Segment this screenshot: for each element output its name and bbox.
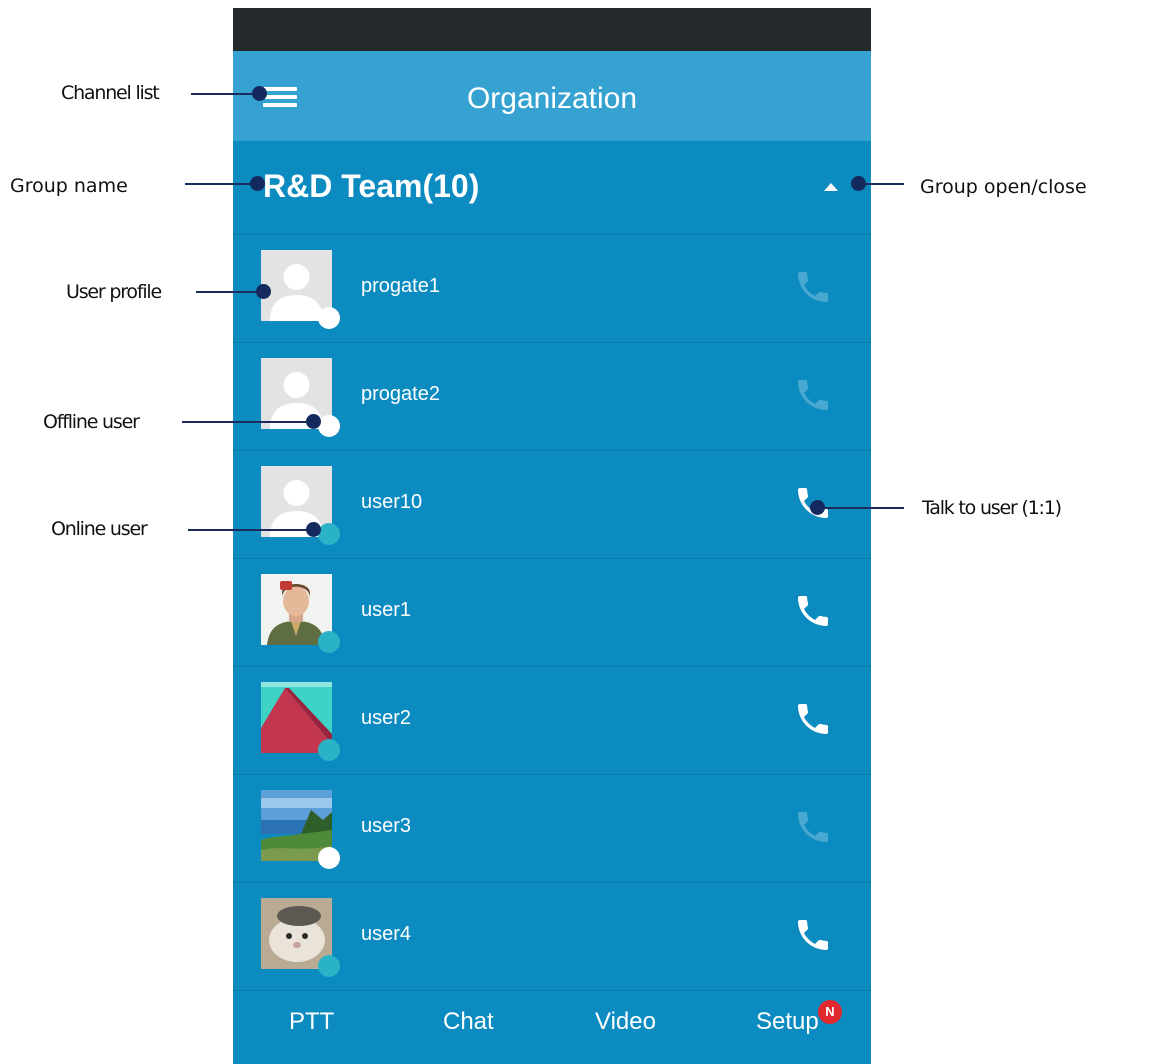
callout-dot <box>252 86 267 101</box>
callout-line <box>818 507 904 509</box>
username: user3 <box>361 815 412 837</box>
phone-icon[interactable] <box>793 267 833 307</box>
callout-dot <box>851 176 866 191</box>
callout-dot <box>256 284 271 299</box>
page-title: Organization <box>466 82 638 115</box>
group-name: R&D Team(10) <box>263 168 480 204</box>
list-item[interactable]: user3 <box>233 775 871 883</box>
username: user2 <box>361 707 412 729</box>
chevron-up-icon[interactable] <box>824 183 838 191</box>
callout-group-open-close: Group open/close <box>920 176 1087 198</box>
username: progate2 <box>361 383 440 405</box>
username: progate1 <box>361 275 440 297</box>
offline-status-dot <box>318 307 340 329</box>
callout-dot <box>306 522 321 537</box>
phone-icon[interactable] <box>793 807 833 847</box>
user-list: progate1 progate2 user10 user1 user2 use… <box>233 235 871 991</box>
online-status-dot <box>318 739 340 761</box>
callout-line <box>182 421 316 423</box>
phone-icon[interactable] <box>793 591 833 631</box>
tab-setup[interactable]: Setup <box>756 1008 819 1036</box>
status-bar <box>233 8 871 51</box>
online-status-dot <box>318 631 340 653</box>
callout-channel-list: Channel list <box>61 82 160 104</box>
phone-icon[interactable] <box>793 915 833 955</box>
username: user4 <box>361 923 412 945</box>
list-item[interactable]: progate2 <box>233 343 871 451</box>
username: user1 <box>361 599 412 621</box>
app-screen: Organization R&D Team(10) progate1 proga… <box>233 8 871 1064</box>
callout-dot <box>306 414 321 429</box>
callout-line <box>191 93 259 95</box>
offline-status-dot <box>318 415 340 437</box>
callout-line <box>196 291 264 293</box>
tab-ptt[interactable]: PTT <box>289 1008 334 1036</box>
phone-icon[interactable] <box>793 375 833 415</box>
tab-video[interactable]: Video <box>595 1008 656 1036</box>
callout-dot <box>250 176 265 191</box>
callout-dot <box>810 500 825 515</box>
callout-line <box>188 529 314 531</box>
top-app-bar: Organization <box>233 51 871 141</box>
notification-badge: N <box>818 1000 842 1024</box>
list-item[interactable]: user4 <box>233 883 871 991</box>
group-header[interactable]: R&D Team(10) <box>233 141 871 235</box>
callout-offline-user: Offline user <box>43 411 140 433</box>
list-item[interactable]: user2 <box>233 667 871 775</box>
callout-line <box>185 183 257 185</box>
bottom-nav: PTT Chat Video Setup N <box>233 991 871 1064</box>
username: user10 <box>361 491 423 513</box>
callout-group-name: Group name <box>10 175 128 197</box>
callout-online-user: Online user <box>51 518 148 540</box>
phone-icon[interactable] <box>793 699 833 739</box>
list-item[interactable]: user10 <box>233 451 871 559</box>
callout-talk-to-user: Talk to user (1:1) <box>922 497 1062 519</box>
online-status-dot <box>318 523 340 545</box>
offline-status-dot <box>318 847 340 869</box>
list-item[interactable]: user1 <box>233 559 871 667</box>
callout-user-profile: User profile <box>66 281 162 303</box>
list-item[interactable]: progate1 <box>233 235 871 343</box>
online-status-dot <box>318 955 340 977</box>
tab-chat[interactable]: Chat <box>443 1008 494 1036</box>
